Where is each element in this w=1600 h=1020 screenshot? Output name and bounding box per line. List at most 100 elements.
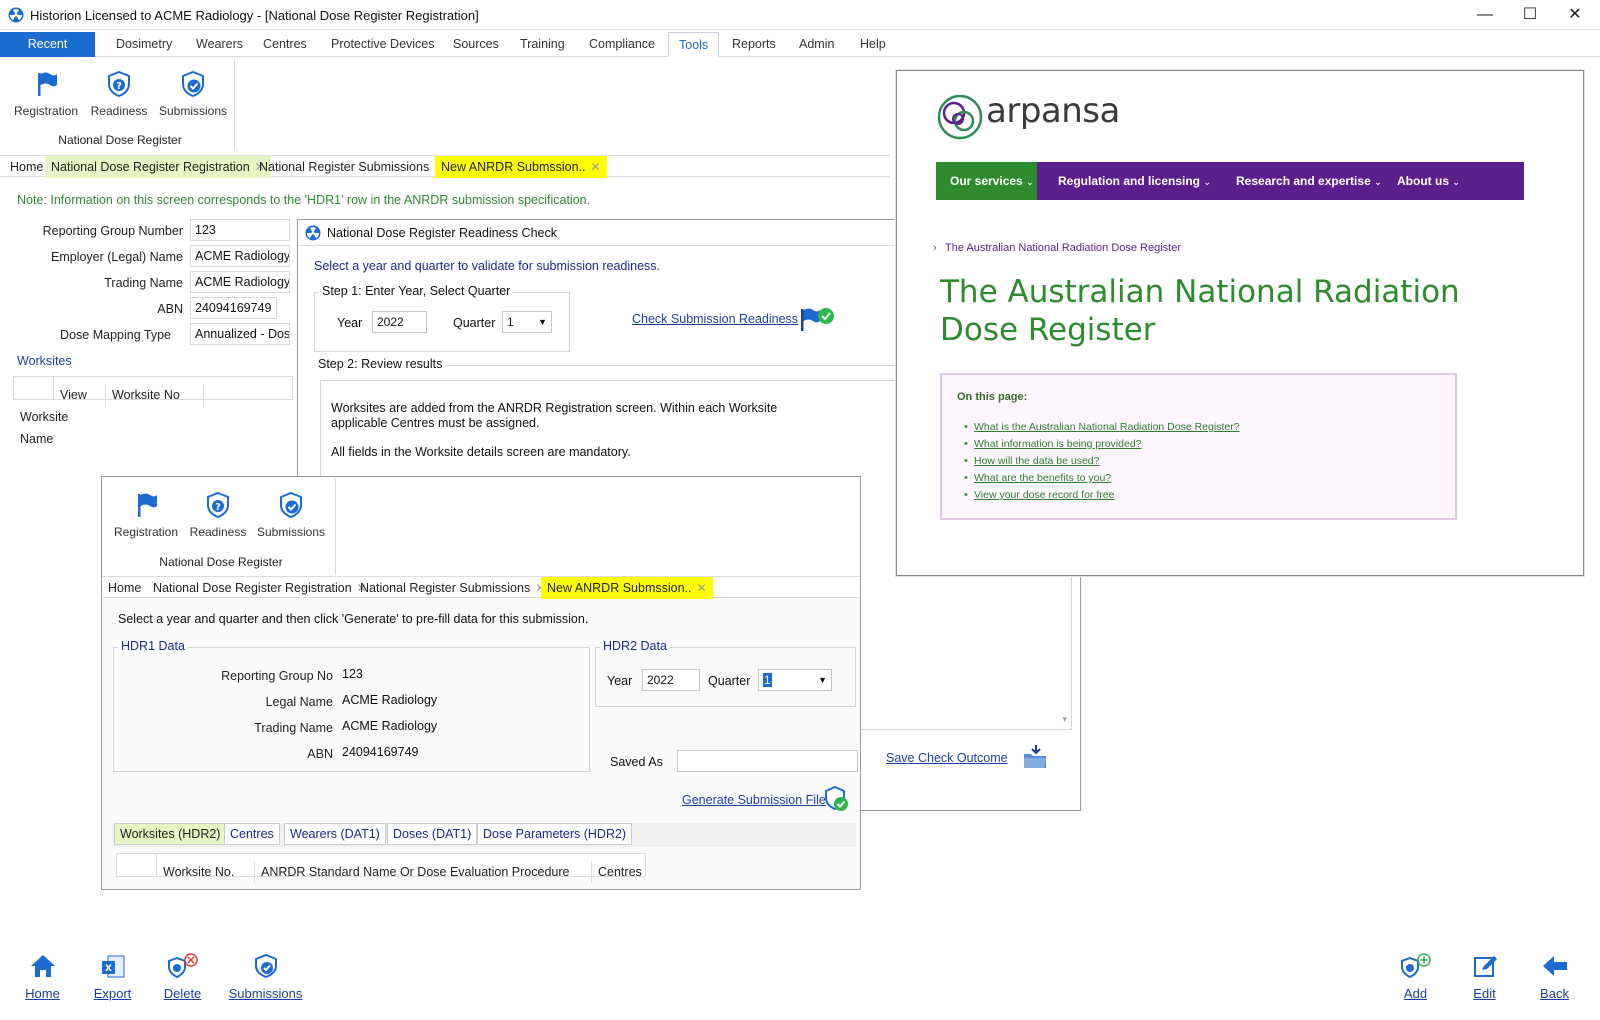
back-arrow-icon (1542, 956, 1567, 976)
tab-new-submission[interactable]: New ANRDR Submssion.. ✕ (435, 156, 607, 178)
close-icon[interactable]: ✕ (697, 581, 707, 595)
flag-check-icon[interactable] (798, 305, 836, 333)
document-tabs: Home National Dose Register Registration… (102, 576, 860, 599)
grid-column-header[interactable]: Worksite Name (14, 406, 104, 446)
toc-link[interactable]: How will the data be used? (974, 455, 1100, 467)
chevron-down-icon[interactable]: ▼ (818, 672, 827, 688)
menu-tools[interactable]: Tools (668, 32, 720, 57)
menu-admin[interactable]: Admin (799, 32, 834, 57)
menu-compliance[interactable]: Compliance (589, 32, 655, 57)
arpansa-logo-icon (937, 94, 983, 140)
nav-label: Our services (950, 174, 1023, 188)
year-input[interactable]: 2022 (372, 311, 427, 333)
quarter-select[interactable]: 1 ▼ (758, 669, 832, 691)
menu-protective-devices[interactable]: Protective Devices (331, 32, 435, 57)
minimize-button[interactable]: — (1465, 4, 1505, 26)
ribbon-readiness-button[interactable]: ? Readiness (86, 70, 152, 118)
employer-legal-name-field[interactable]: ACME Radiology (190, 245, 290, 267)
menu-recent[interactable]: Recent (0, 32, 95, 57)
year-input[interactable]: 2022 (642, 669, 700, 691)
delete-button[interactable]: Delete (160, 953, 205, 1001)
trading-name-field[interactable]: ACME Radiology (190, 271, 290, 293)
save-check-outcome-link[interactable]: Save Check Outcome (886, 751, 1008, 765)
ribbon-submissions-button[interactable]: Submissions (254, 491, 328, 539)
toc-link[interactable]: What information is being provided? (974, 438, 1142, 450)
add-icon (1400, 953, 1431, 979)
tab-label: New ANRDR Submssion.. (441, 160, 586, 174)
close-button[interactable]: ✕ (1555, 4, 1595, 26)
breadcrumb[interactable]: The Australian National Radiation Dose R… (945, 242, 1181, 254)
tab-ndr-registration[interactable]: National Dose Register Registration ✕ (147, 577, 373, 599)
menu-reports[interactable]: Reports (732, 32, 776, 57)
chevron-down-icon[interactable]: ▼ (538, 314, 547, 330)
subtab-worksites[interactable]: Worksites (HDR2) (114, 823, 227, 845)
quarter-value: 1 (507, 315, 514, 329)
nav-regulation[interactable]: Regulation and licensing ⌄ (1058, 162, 1211, 200)
home-button[interactable]: Home (20, 953, 65, 1001)
submission-grid-header: Worksite No. ANRDR Standard Name Or Dose … (116, 853, 646, 883)
subtab-centres[interactable]: Centres (224, 823, 280, 845)
nav-label: Regulation and licensing (1058, 174, 1201, 188)
folder-icon[interactable] (1022, 742, 1048, 770)
menu-bar: Recent Dosimetry Wearers Centres Protect… (0, 32, 1600, 57)
nav-about-us[interactable]: About us ⌄ (1397, 162, 1460, 200)
grid-column-header[interactable]: ANRDR Standard Name Or Dose Evaluation P… (255, 861, 592, 883)
list-item: • What information is being provided? (964, 438, 1142, 450)
subtab-wearers[interactable]: Wearers (DAT1) (284, 823, 386, 845)
grid-column-header[interactable]: View (54, 384, 106, 406)
radiation-app-icon (305, 225, 321, 241)
toc-link[interactable]: View your dose record for free (974, 489, 1114, 501)
submissions-button-label: Submissions (228, 986, 303, 1001)
worksites-label: Worksites (17, 354, 72, 368)
nav-research[interactable]: Research and expertise ⌄ (1236, 162, 1382, 200)
close-icon[interactable]: ✕ (591, 160, 601, 174)
menu-wearers[interactable]: Wearers (196, 32, 243, 57)
generate-submission-file-link[interactable]: Generate Submission File (682, 793, 826, 807)
scroll-down-icon[interactable]: ▾ (1062, 714, 1067, 725)
saved-as-field[interactable] (677, 750, 858, 772)
quarter-label: Quarter (453, 316, 496, 330)
reporting-group-number-field[interactable]: 123 (190, 219, 290, 241)
tab-home[interactable]: Home (102, 577, 147, 599)
abn-field[interactable]: 24094169749 (190, 297, 277, 319)
tab-ndr-registration[interactable]: National Dose Register Registration ✕ (45, 156, 271, 178)
menu-help[interactable]: Help (860, 32, 886, 57)
subtab-dose-parameters[interactable]: Dose Parameters (HDR2) (477, 823, 633, 845)
submissions-button[interactable]: Submissions (228, 953, 303, 1001)
menu-dosimetry[interactable]: Dosimetry (116, 32, 172, 57)
grid-column-header[interactable]: Worksite No (106, 384, 204, 406)
svg-text:?: ? (215, 502, 221, 513)
chevron-down-icon: ⌄ (1026, 177, 1034, 187)
toc-link[interactable]: What is the Australian National Radiatio… (974, 421, 1240, 433)
menu-sources[interactable]: Sources (453, 32, 499, 57)
menu-centres[interactable]: Centres (263, 32, 307, 57)
tab-label: National Register Submissions (360, 581, 531, 595)
readiness-instruction: Select a year and quarter to validate fo… (314, 259, 661, 273)
grid-column-header[interactable]: Worksite No. (157, 861, 255, 883)
subtab-doses[interactable]: Doses (DAT1) (387, 823, 478, 845)
back-button[interactable]: Back (1532, 953, 1577, 1001)
tab-register-submissions[interactable]: National Register Submissions✕ (253, 156, 450, 178)
dose-mapping-type-field[interactable]: Annualized - Dose (190, 323, 290, 345)
menu-training[interactable]: Training (520, 32, 565, 57)
shield-check-icon[interactable] (824, 785, 850, 813)
ribbon-registration-button[interactable]: Registration (112, 491, 180, 539)
tab-new-submission[interactable]: New ANRDR Submssion.. ✕ (541, 577, 713, 599)
nav-our-services[interactable]: Our services ⌄ (950, 162, 1034, 200)
ribbon-registration-button[interactable]: Registration (10, 70, 82, 118)
ribbon-readiness-button[interactable]: ? Readiness (186, 491, 250, 539)
ribbon-submissions-button[interactable]: Submissions (156, 70, 230, 118)
excel-export-icon: X (101, 955, 124, 978)
tab-label: National Register Submissions (259, 160, 430, 174)
quarter-select[interactable]: 1 ▼ (502, 311, 552, 333)
ribbon-submissions-label: Submissions (256, 525, 326, 539)
add-button[interactable]: Add (1393, 953, 1438, 1001)
check-submission-readiness-link[interactable]: Check Submission Readiness (632, 312, 798, 326)
edit-button[interactable]: Edit (1462, 953, 1507, 1001)
tab-home[interactable]: Home (4, 156, 49, 178)
toc-link[interactable]: What are the benefits to you? (974, 472, 1111, 484)
export-button[interactable]: X Export (90, 953, 135, 1001)
grid-column-header[interactable]: Centres (592, 861, 644, 883)
maximize-button[interactable]: ☐ (1510, 4, 1550, 26)
tab-register-submissions[interactable]: National Register Submissions✕ (354, 577, 551, 599)
